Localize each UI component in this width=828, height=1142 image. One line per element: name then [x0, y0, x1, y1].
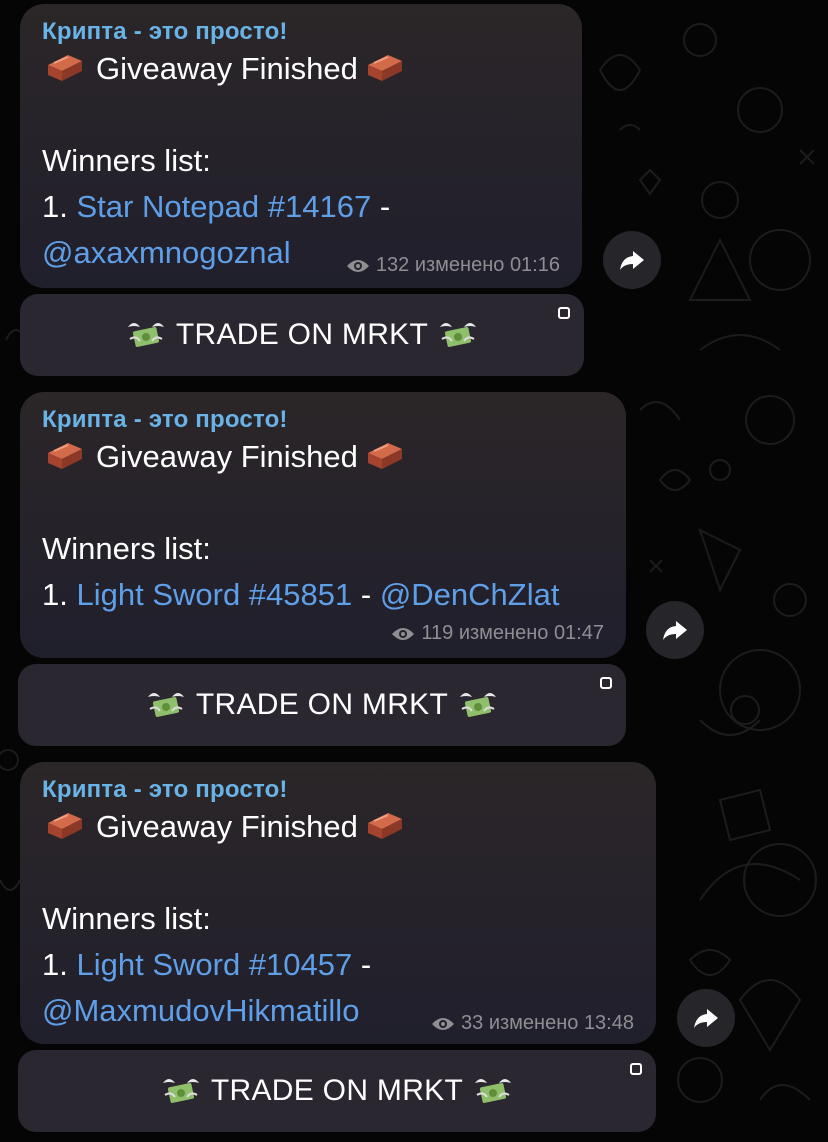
trade-button-label: TRADE ON MRKT — [175, 318, 429, 351]
money-with-wings-icon — [127, 323, 164, 347]
post-title-text: Giveaway Finished — [96, 439, 358, 474]
share-button[interactable] — [603, 231, 661, 289]
channel-name[interactable]: Крипта - это просто! — [42, 776, 634, 804]
view-count: 132 — [375, 254, 410, 276]
channel-name[interactable]: Крипта - это просто! — [42, 18, 560, 46]
money-with-wings-icon — [147, 693, 184, 717]
message-meta: 132 изменено 01:16 — [346, 254, 560, 277]
external-link-icon — [558, 307, 570, 319]
winner-number: 1. — [42, 577, 68, 612]
winner-entry: 1. Light Sword #10457 - — [42, 942, 634, 988]
share-button[interactable] — [646, 601, 704, 659]
brick-emoji-icon — [48, 813, 82, 839]
channel-post-1: Крипта - это просто! Giveaway Finished W… — [20, 4, 582, 288]
money-with-wings-icon — [460, 693, 497, 717]
brick-emoji-icon — [367, 443, 402, 469]
post-title: Giveaway Finished — [42, 46, 560, 92]
edited-label: изменено — [414, 254, 505, 276]
winner-number: 1. — [42, 947, 68, 982]
winners-label: Winners list: — [42, 143, 211, 178]
message-meta: 33 изменено 13:48 — [431, 1012, 634, 1035]
post-title: Giveaway Finished — [42, 434, 604, 480]
prize-link[interactable]: Light Sword #10457 — [76, 947, 352, 982]
brick-emoji-icon — [48, 55, 82, 81]
view-count: 33 — [461, 1012, 484, 1034]
trade-on-mrkt-button[interactable]: TRADE ON MRKT — [20, 294, 584, 376]
winner-username-link[interactable]: @MaxmudovHikmatillo — [42, 993, 359, 1028]
winner-username-link[interactable]: @DenChZlat — [380, 577, 560, 612]
external-link-icon — [630, 1063, 642, 1075]
view-count: 119 — [421, 622, 454, 644]
brick-emoji-icon — [367, 813, 402, 839]
channel-post-2: Крипта - это просто! Giveaway Finished W… — [20, 392, 626, 658]
message-time: 13:48 — [583, 1012, 634, 1034]
post-title-text: Giveaway Finished — [96, 51, 358, 86]
external-link-icon — [600, 677, 612, 689]
share-button[interactable] — [677, 989, 735, 1047]
trade-on-mrkt-button[interactable]: TRADE ON MRKT — [18, 1050, 656, 1132]
share-arrow-icon — [663, 621, 687, 640]
winner-username-link[interactable]: @axaxmnogoznal — [42, 235, 291, 270]
money-with-wings-icon — [162, 1079, 199, 1103]
trade-on-mrkt-button[interactable]: TRADE ON MRKT — [18, 664, 626, 746]
eye-icon — [346, 259, 369, 272]
brick-emoji-icon — [48, 443, 82, 469]
money-with-wings-icon — [440, 323, 477, 347]
brick-emoji-icon — [367, 55, 402, 81]
channel-post-3: Крипта - это просто! Giveaway Finished W… — [20, 762, 656, 1044]
trade-button-label: TRADE ON MRKT — [195, 688, 449, 721]
share-arrow-icon — [620, 251, 644, 270]
money-with-wings-icon — [475, 1079, 512, 1103]
message-time: 01:47 — [553, 622, 604, 644]
separator: - — [360, 577, 372, 612]
edited-label: изменено — [458, 622, 549, 644]
trade-button-label: TRADE ON MRKT — [210, 1074, 464, 1107]
post-title: Giveaway Finished — [42, 804, 634, 850]
share-arrow-icon — [694, 1009, 718, 1028]
message-time: 01:16 — [509, 254, 560, 276]
winners-label: Winners list: — [42, 531, 211, 566]
eye-icon — [392, 627, 415, 640]
winners-label: Winners list: — [42, 901, 211, 936]
prize-link[interactable]: Light Sword #45851 — [76, 577, 352, 612]
message-meta: 119 изменено 01:47 — [391, 622, 604, 645]
post-title-text: Giveaway Finished — [96, 809, 358, 844]
winner-entry: 1. Star Notepad #14167 - — [42, 184, 560, 230]
eye-icon — [432, 1017, 454, 1030]
prize-link[interactable]: Star Notepad #14167 — [76, 189, 371, 224]
edited-label: изменено — [488, 1012, 579, 1034]
winner-entry: 1. Light Sword #45851 - @DenChZlat — [42, 572, 604, 618]
channel-name[interactable]: Крипта - это просто! — [42, 406, 604, 434]
separator: - — [379, 189, 391, 224]
separator: - — [360, 947, 372, 982]
winner-number: 1. — [42, 189, 68, 224]
